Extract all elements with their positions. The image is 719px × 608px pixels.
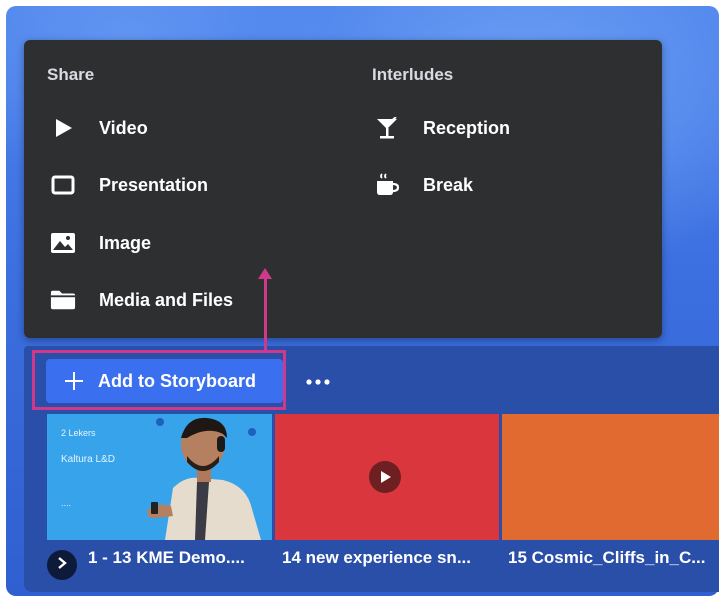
storyboard-thumbnail[interactable] — [502, 414, 719, 540]
storyboard-item-caption[interactable]: 14 new experience sn... — [282, 548, 471, 568]
more-icon — [306, 372, 330, 390]
highlight-box — [32, 350, 286, 410]
chevron-right-icon — [57, 556, 67, 574]
storyboard-item-caption[interactable]: 1 - 13 KME Demo.... — [88, 548, 245, 568]
menu-item-video[interactable]: Video — [50, 113, 148, 143]
menu-item-label: Reception — [423, 117, 511, 138]
add-menu-panel: Share Interludes Video Presentation Imag… — [24, 40, 662, 338]
share-section-title: Share — [47, 65, 95, 84]
more-options-button[interactable] — [304, 367, 332, 395]
menu-item-label: Image — [99, 232, 152, 253]
folder-icon — [50, 289, 76, 311]
menu-item-label: Presentation — [99, 174, 209, 195]
storyboard-thumbnail[interactable]: 2 Lekers Kaltura L&D .... — [47, 414, 272, 540]
menu-item-presentation[interactable]: Presentation — [50, 170, 208, 200]
annotation-arrow-line — [264, 276, 267, 351]
menu-item-label: Break — [423, 174, 474, 195]
menu-item-reception[interactable]: Reception — [374, 113, 510, 143]
annotation-arrow-head — [258, 268, 272, 279]
play-icon — [50, 117, 76, 139]
menu-item-media-and-files[interactable]: Media and Files — [50, 285, 233, 315]
person-image — [147, 417, 261, 540]
expand-chevron-button[interactable] — [47, 550, 77, 580]
coffee-icon — [374, 173, 400, 196]
menu-item-image[interactable]: Image — [50, 228, 151, 258]
menu-item-label: Media and Files — [99, 289, 234, 310]
presentation-icon — [50, 174, 76, 196]
image-icon — [50, 232, 76, 254]
cocktail-icon — [374, 117, 400, 139]
storyboard-thumbnail[interactable] — [275, 414, 499, 540]
interludes-section-title: Interludes — [372, 65, 454, 84]
menu-item-break[interactable]: Break — [374, 170, 473, 200]
storyboard-item-caption[interactable]: 15 Cosmic_Cliffs_in_C... — [508, 548, 705, 568]
menu-item-label: Video — [99, 117, 148, 138]
play-icon[interactable] — [369, 461, 401, 493]
